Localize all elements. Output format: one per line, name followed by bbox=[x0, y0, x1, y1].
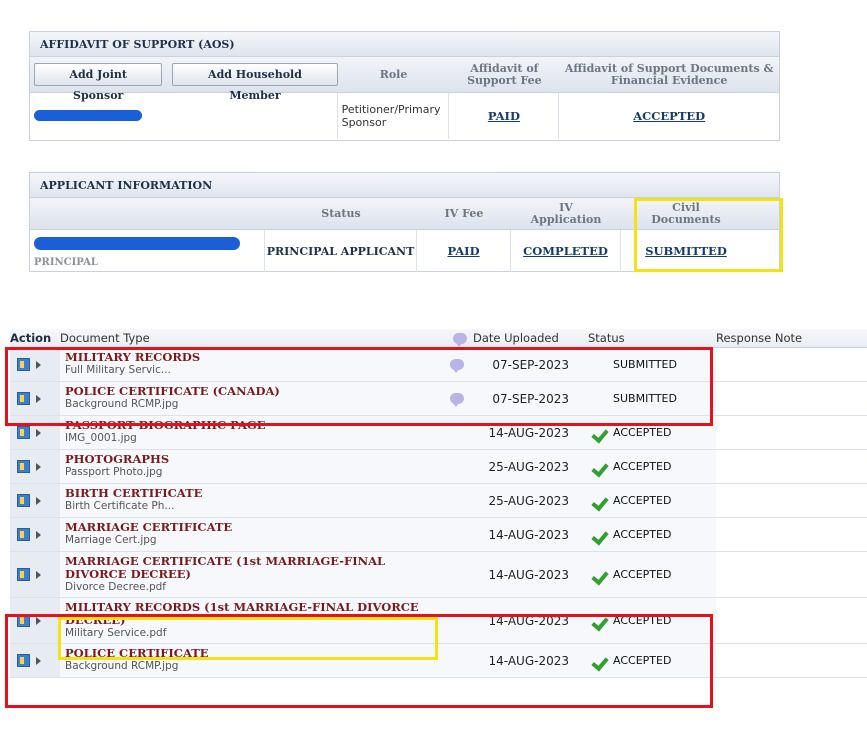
aos-panel: AFFIDAVIT OF SUPPORT (AOS) Add Joint Spo… bbox=[29, 31, 780, 141]
document-note bbox=[716, 552, 867, 597]
document-title: PHOTOGRAPHS bbox=[65, 452, 170, 466]
document-status: ACCEPTED bbox=[613, 568, 672, 581]
col-date-uploaded: Date Uploaded bbox=[449, 329, 588, 347]
expand-arrow-icon[interactable] bbox=[36, 530, 41, 539]
document-icon[interactable] bbox=[17, 426, 30, 439]
document-row[interactable]: MARRIAGE CERTIFICATE Marriage Cert.jpg 14… bbox=[10, 518, 867, 552]
expand-arrow-icon[interactable] bbox=[36, 428, 41, 437]
checkmark-icon bbox=[592, 568, 608, 582]
aos-col-docs: Affidavit of Support Documents & Financi… bbox=[564, 61, 774, 87]
document-file: Marriage Cert.jpg bbox=[65, 534, 157, 546]
document-row[interactable]: PHOTOGRAPHS Passport Photo.jpg 25-AUG-202… bbox=[10, 450, 867, 484]
aos-col-role: Role bbox=[379, 67, 408, 81]
checkmark-icon bbox=[592, 528, 608, 542]
redacted-applicant-name bbox=[34, 237, 240, 250]
aos-col-fee: Affidavit of Support Fee bbox=[467, 61, 542, 87]
document-file: Birth Certificate Ph... bbox=[65, 500, 175, 512]
checkmark-icon bbox=[592, 426, 608, 440]
document-status: ACCEPTED bbox=[613, 426, 672, 439]
document-note bbox=[716, 450, 867, 483]
col-action: Action bbox=[10, 331, 52, 345]
document-date: 14-AUG-2023 bbox=[488, 527, 570, 542]
add-household-member-button[interactable]: Add Household Member bbox=[172, 63, 338, 102]
document-file: Divorce Decree.pdf bbox=[65, 581, 166, 593]
document-row[interactable]: MARRIAGE CERTIFICATE (1st MARRIAGE-FINAL… bbox=[10, 552, 867, 598]
submitted-rows-highlight bbox=[5, 347, 713, 426]
aos-buttons: Add Joint Sponsor Add Household Member bbox=[30, 57, 338, 102]
aos-title: AFFIDAVIT OF SUPPORT (AOS) bbox=[30, 32, 779, 57]
applicant-col-fee: IV Fee bbox=[444, 206, 484, 220]
document-note bbox=[716, 598, 867, 643]
document-status: ACCEPTED bbox=[613, 460, 672, 473]
iv-application-completed-link[interactable]: COMPLETED bbox=[523, 244, 608, 258]
civil-documents-highlight bbox=[634, 198, 783, 272]
add-joint-sponsor-button[interactable]: Add Joint Sponsor bbox=[34, 63, 163, 102]
checkmark-icon bbox=[592, 494, 608, 508]
document-date: 14-AUG-2023 bbox=[488, 567, 570, 582]
aos-fee-paid-link[interactable]: PAID bbox=[488, 109, 520, 123]
document-note bbox=[716, 644, 867, 677]
col-document-type: Document Type bbox=[60, 331, 150, 345]
col-status: Status bbox=[588, 331, 625, 345]
document-icon[interactable] bbox=[17, 494, 30, 507]
document-date: 25-AUG-2023 bbox=[488, 493, 570, 508]
document-note bbox=[716, 382, 867, 415]
document-title: MARRIAGE CERTIFICATE bbox=[65, 520, 233, 534]
aos-header-row: Add Joint Sponsor Add Household Member R… bbox=[30, 57, 779, 102]
document-file: IMG_0001.jpg bbox=[65, 432, 137, 444]
applicant-col-status: Status bbox=[321, 206, 361, 220]
col-response-note: Response Note bbox=[716, 331, 803, 345]
document-icon[interactable] bbox=[17, 528, 30, 541]
expand-arrow-icon[interactable] bbox=[36, 570, 41, 579]
document-title: BIRTH CERTIFICATE bbox=[65, 486, 203, 500]
aos-row: Petitioner/Primary Sponsor PAID ACCEPTED bbox=[30, 93, 779, 139]
document-icon[interactable] bbox=[17, 460, 30, 473]
document-icon[interactable] bbox=[17, 568, 30, 581]
iv-fee-paid-link[interactable]: PAID bbox=[447, 244, 479, 258]
document-file: Passport Photo.jpg bbox=[65, 466, 163, 478]
document-title: MARRIAGE CERTIFICATE (1st MARRIAGE-FINAL… bbox=[65, 554, 386, 581]
expand-arrow-icon[interactable] bbox=[36, 462, 41, 471]
document-note bbox=[716, 348, 867, 381]
redacted-sponsor-name bbox=[34, 110, 142, 121]
document-note bbox=[716, 416, 867, 449]
applicant-status: PRINCIPAL APPLICANT bbox=[265, 230, 417, 272]
aos-docs-accepted-link[interactable]: ACCEPTED bbox=[633, 109, 705, 123]
document-status: ACCEPTED bbox=[613, 494, 672, 507]
document-note bbox=[716, 518, 867, 551]
document-date: 14-AUG-2023 bbox=[488, 425, 570, 440]
applicant-title: APPLICANT INFORMATION bbox=[30, 173, 779, 198]
applicant-col-app: IV Application bbox=[530, 200, 602, 226]
document-status: ACCEPTED bbox=[613, 528, 672, 541]
document-date: 25-AUG-2023 bbox=[488, 459, 570, 474]
document-row[interactable]: BIRTH CERTIFICATE Birth Certificate Ph...… bbox=[10, 484, 867, 518]
comment-bubble-icon bbox=[453, 332, 467, 347]
document-note bbox=[716, 484, 867, 517]
documents-header: Action Document Type Date Uploaded Statu… bbox=[10, 329, 867, 348]
aos-role: Petitioner/Primary Sponsor bbox=[338, 93, 450, 139]
checkmark-icon bbox=[592, 460, 608, 474]
expand-arrow-icon[interactable] bbox=[36, 496, 41, 505]
military-records-title-highlight bbox=[58, 617, 438, 660]
